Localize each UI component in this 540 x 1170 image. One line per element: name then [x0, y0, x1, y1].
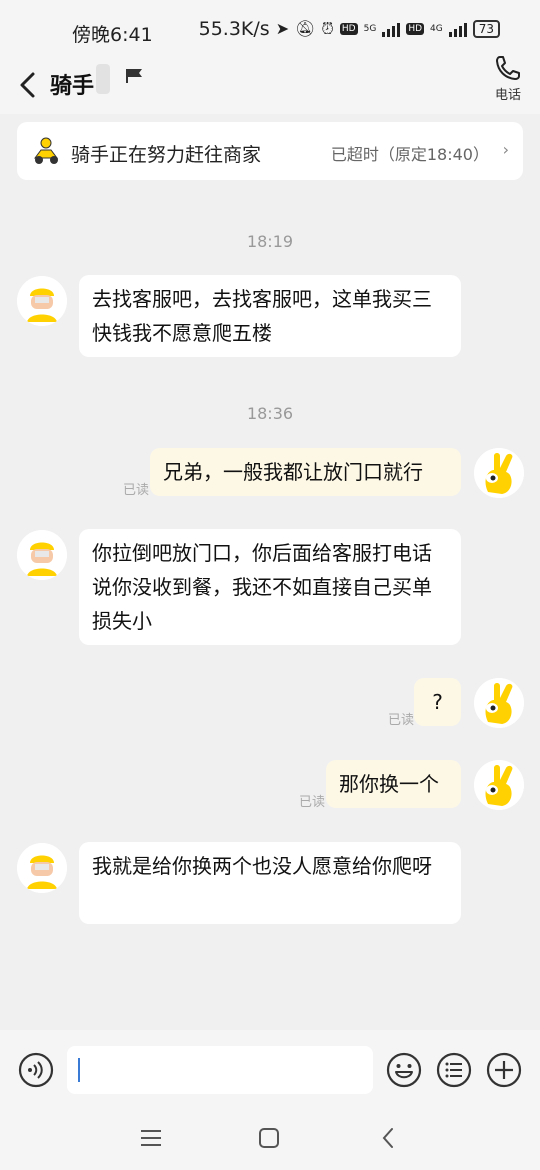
location-icon: ➤ [275, 19, 290, 38]
text-caret [78, 1058, 80, 1082]
message-input[interactable] [67, 1046, 373, 1094]
rider-avatar-icon [17, 530, 67, 580]
home-icon[interactable] [258, 1127, 280, 1149]
network-speed: 55.3K/s [198, 18, 270, 40]
back-arrow-icon[interactable] [14, 68, 44, 102]
read-status: 已读 [299, 795, 326, 810]
read-status: 已读 [123, 483, 150, 498]
user-avatar-icon [474, 678, 524, 728]
order-status-card[interactable]: 骑手正在努力赶往商家 已超时（原定18:40） › [17, 122, 523, 180]
read-status: 已读 [388, 713, 415, 728]
user-avatar-icon [474, 760, 524, 810]
phone-button[interactable]: 电话 [488, 54, 528, 108]
voice-icon[interactable] [18, 1052, 54, 1088]
user-avatar-icon [474, 448, 524, 498]
mute-bell-icon: 🔕︎ [295, 19, 316, 38]
phone-icon [496, 56, 520, 80]
rider-avatar-icon [17, 843, 67, 893]
message-bubble[interactable]: 兄弟，一般我都让放门口就行 [150, 448, 461, 496]
message-bubble[interactable]: 那你换一个 [326, 760, 461, 808]
status-icons: 55.3K/s ➤ 🔕︎ ⏰︎ HD 5G HD 4G 73 [199, 18, 500, 40]
signal-icon [382, 21, 401, 37]
user-avatar[interactable] [474, 678, 524, 728]
chevron-right-icon: › [502, 140, 509, 159]
message-bubble[interactable]: ? [414, 678, 461, 726]
rider-avatar[interactable] [17, 843, 67, 893]
input-bar [0, 1030, 540, 1108]
network-type-2: 4G [430, 24, 443, 34]
menu-icon[interactable] [140, 1128, 162, 1148]
status-bar: 傍晚6:41 55.3K/s ➤ 🔕︎ ⏰︎ HD 5G HD 4G 73 [0, 0, 540, 62]
plus-icon[interactable] [486, 1052, 522, 1088]
rider-avatar[interactable] [17, 276, 67, 326]
page-title: 骑手 [50, 74, 95, 99]
message-bubble[interactable]: 我就是给你换两个也没人愿意给你爬呀 [79, 842, 461, 924]
title-blur [96, 64, 110, 94]
message-bubble[interactable]: 去找客服吧，去找客服吧，这单我买三快钱我不愿意爬五楼 [79, 275, 461, 357]
emoji-icon[interactable] [386, 1052, 422, 1088]
timestamp: 18:36 [246, 404, 294, 423]
hd-icon: HD [339, 23, 358, 35]
system-nav-bar [0, 1108, 540, 1170]
timestamp: 18:19 [246, 232, 294, 251]
rider-avatar-icon [17, 276, 67, 326]
list-menu-icon[interactable] [436, 1052, 472, 1088]
flag-icon [126, 69, 142, 83]
battery-icon: 73 [472, 20, 500, 38]
message-bubble[interactable]: 你拉倒吧放门口，你后面给客服打电话说你没收到餐，我还不如直接自己买单损失小 [79, 529, 461, 645]
signal-icon-2 [448, 21, 467, 37]
user-avatar[interactable] [474, 760, 524, 810]
status-time: 傍晚6:41 [72, 24, 153, 46]
rider-scooter-icon [34, 137, 58, 164]
overtime-text: 已超时（原定18:40） [330, 145, 489, 164]
order-status-text: 骑手正在努力赶往商家 [71, 144, 262, 166]
user-avatar[interactable] [474, 448, 524, 498]
phone-label: 电话 [494, 88, 521, 103]
rider-avatar[interactable] [17, 530, 67, 580]
hd-icon-2: HD [406, 23, 425, 35]
alarm-icon: ⏰︎ [321, 19, 334, 38]
chat-header: 骑手 电话 [0, 56, 540, 114]
back-nav-icon[interactable] [378, 1126, 398, 1150]
network-type-1: 5G [363, 24, 377, 34]
